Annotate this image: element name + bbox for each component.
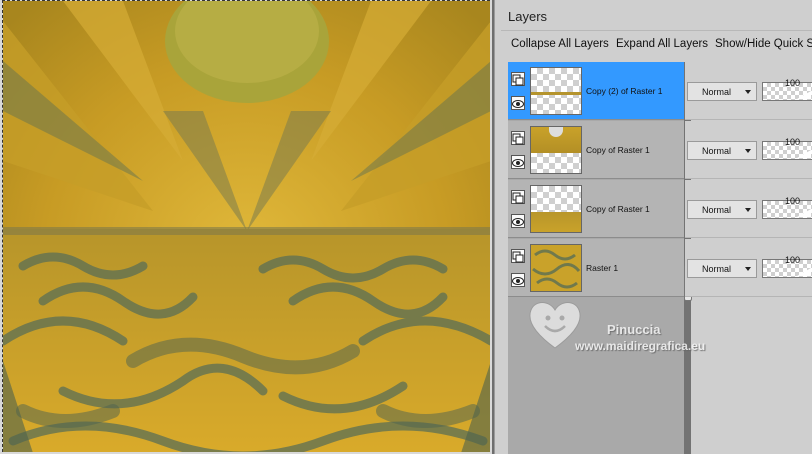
dropdown-arrow-icon xyxy=(745,90,751,94)
blend-mode-dropdown[interactable]: Normal xyxy=(687,141,757,160)
watermark-site: www.maidiregrafica.eu xyxy=(575,339,706,353)
show-hide-quick-button[interactable]: Show/Hide Quick S xyxy=(715,38,812,50)
layer-name: Copy of Raster 1 xyxy=(586,145,650,155)
blend-mode-value: Normal xyxy=(702,264,732,274)
layer-properties-row: Normal 100 xyxy=(685,239,812,297)
visibility-eye-icon[interactable] xyxy=(511,96,525,110)
opacity-value: 100 xyxy=(785,196,801,206)
blend-mode-dropdown[interactable]: Normal xyxy=(687,200,757,219)
watermark: Pinuccia www.maidiregrafica.eu xyxy=(525,294,755,364)
expand-all-layers-button[interactable]: Expand All Layers xyxy=(616,38,708,50)
layer-row[interactable]: Copy of Raster 1 xyxy=(508,121,684,179)
layer-name: Copy (2) of Raster 1 xyxy=(586,86,663,96)
opacity-value: 100 xyxy=(785,255,801,265)
collapse-all-layers-button[interactable]: Collapse All Layers xyxy=(511,38,609,50)
layer-group-icon[interactable] xyxy=(511,72,525,86)
dropdown-arrow-icon xyxy=(745,208,751,212)
opacity-ramp-icon xyxy=(797,209,811,217)
layer-name: Copy of Raster 1 xyxy=(586,204,650,214)
blend-mode-value: Normal xyxy=(702,146,732,156)
visibility-eye-icon[interactable] xyxy=(511,273,525,287)
layer-group-icon[interactable] xyxy=(511,131,525,145)
layer-row[interactable]: Raster 1 xyxy=(508,239,684,297)
opacity-slider[interactable]: 100 xyxy=(762,78,812,101)
layer-row[interactable]: Copy of Raster 1 xyxy=(508,180,684,238)
layer-row[interactable]: Copy (2) of Raster 1 xyxy=(508,62,684,120)
blend-mode-value: Normal xyxy=(702,87,732,97)
opacity-ramp-icon xyxy=(797,268,811,276)
blend-mode-dropdown[interactable]: Normal xyxy=(687,82,757,101)
visibility-eye-icon[interactable] xyxy=(511,155,525,169)
canvas-artwork xyxy=(3,1,490,452)
layer-list: Copy (2) of Raster 1 Copy of Raster 1 Co… xyxy=(508,62,692,454)
dropdown-arrow-icon xyxy=(745,149,751,153)
opacity-value: 100 xyxy=(785,137,801,147)
layer-properties-row: Normal 100 xyxy=(685,121,812,179)
layer-properties-row: Normal 100 xyxy=(685,62,812,120)
opacity-ramp-icon xyxy=(797,150,811,158)
dropdown-arrow-icon xyxy=(745,267,751,271)
image-canvas[interactable] xyxy=(2,0,490,452)
layer-name: Raster 1 xyxy=(586,263,619,273)
canvas-area[interactable] xyxy=(0,0,492,454)
opacity-slider[interactable]: 100 xyxy=(762,196,812,219)
visibility-eye-icon[interactable] xyxy=(511,214,525,228)
layer-group-icon[interactable] xyxy=(511,190,525,204)
opacity-value: 100 xyxy=(785,78,801,88)
panel-title: Layers xyxy=(508,9,548,24)
layer-group-icon[interactable] xyxy=(511,249,525,263)
layer-thumbnail xyxy=(530,244,582,292)
opacity-slider[interactable]: 100 xyxy=(762,137,812,160)
blend-mode-value: Normal xyxy=(702,205,732,215)
title-divider xyxy=(501,30,812,31)
layer-thumbnail xyxy=(530,126,582,174)
opacity-ramp-icon xyxy=(797,91,811,99)
layers-panel: Layers Collapse All Layers Expand All La… xyxy=(494,0,812,454)
layer-properties-row: Normal 100 xyxy=(685,180,812,238)
layer-thumbnail xyxy=(530,185,582,233)
layer-thumbnail xyxy=(530,67,582,115)
blend-mode-dropdown[interactable]: Normal xyxy=(687,259,757,278)
opacity-slider[interactable]: 100 xyxy=(762,255,812,278)
watermark-name: Pinuccia xyxy=(607,322,661,337)
